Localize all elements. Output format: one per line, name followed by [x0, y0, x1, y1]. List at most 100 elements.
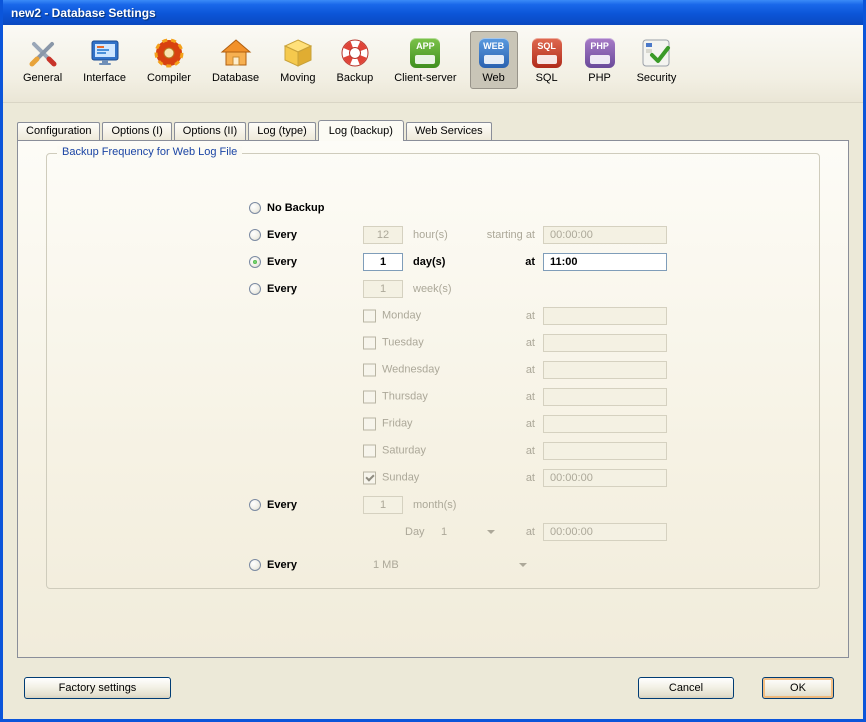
wednesday-row: Wednesday at [47, 356, 819, 383]
weekly-radio[interactable] [249, 283, 261, 295]
toolbar-item-backup[interactable]: Backup [329, 31, 382, 89]
monday-row: Monday at [47, 302, 819, 329]
wednesday-at-label: at [407, 364, 535, 376]
backup-frequency-groupbox: Backup Frequency for Web Log File No Bac… [46, 153, 820, 589]
database-settings-window: new2 - Database Settings General [0, 0, 866, 722]
saturday-at-label: at [407, 445, 535, 457]
toolbar-item-sql[interactable]: SQL SQL [523, 31, 571, 89]
thursday-checkbox [363, 390, 376, 403]
house-icon [220, 37, 252, 69]
tuesday-row: Tuesday at [47, 329, 819, 356]
size-radio[interactable] [249, 559, 261, 571]
toolbar-item-moving[interactable]: Moving [272, 31, 323, 89]
settings-toolbar: General Interface [3, 25, 863, 103]
toolbar-item-php[interactable]: PHP PHP [576, 31, 624, 89]
weekly-value-input [363, 280, 403, 298]
toolbar-item-database[interactable]: Database [204, 31, 267, 89]
friday-checkbox [363, 417, 376, 430]
saturday-checkbox [363, 444, 376, 457]
monthly-row: Every month(s) [47, 491, 819, 518]
toolbar-item-security[interactable]: Security [629, 31, 685, 89]
app-badge-icon: APP [409, 37, 441, 69]
toolbar-label-client-server: Client-server [394, 72, 456, 84]
monday-checkbox [363, 309, 376, 322]
hourly-radio[interactable] [249, 229, 261, 241]
toolbar-label-backup: Backup [337, 72, 374, 84]
daily-radio[interactable] [249, 256, 261, 268]
size-dropdown-arrow-icon [519, 563, 527, 567]
size-row: Every 1 MB [47, 551, 819, 578]
friday-time-input [543, 415, 667, 433]
toolbar-item-interface[interactable]: Interface [75, 31, 134, 89]
toolbar-item-compiler[interactable]: Compiler [139, 31, 199, 89]
toolbar-label-interface: Interface [83, 72, 126, 84]
sql-badge-icon: SQL [531, 37, 563, 69]
no-backup-radio[interactable] [249, 202, 261, 214]
daily-time-input[interactable] [543, 253, 667, 271]
php-badge-icon: PHP [584, 37, 616, 69]
sunday-row: Sunday at [47, 464, 819, 491]
toolbar-label-moving: Moving [280, 72, 315, 84]
title-bar[interactable]: new2 - Database Settings [3, 0, 863, 25]
weekly-every-label: Every [267, 283, 297, 295]
daily-row: Every day(s) at [47, 248, 819, 275]
monthly-radio[interactable] [249, 499, 261, 511]
monday-time-input [543, 307, 667, 325]
daily-value-input[interactable] [363, 253, 403, 271]
size-select: 1 MB [373, 559, 399, 571]
security-check-icon [640, 37, 672, 69]
toolbar-label-security: Security [637, 72, 677, 84]
weekly-unit-label: week(s) [413, 283, 452, 295]
window-title: new2 - Database Settings [11, 6, 156, 20]
ok-button[interactable]: OK [762, 677, 834, 699]
tab-log-type[interactable]: Log (type) [248, 122, 316, 140]
groupbox-title: Backup Frequency for Web Log File [57, 146, 242, 158]
tab-log-backup[interactable]: Log (backup) [318, 120, 404, 141]
toolbar-label-sql: SQL [536, 72, 558, 84]
friday-at-label: at [407, 418, 535, 430]
hourly-every-label: Every [267, 229, 297, 241]
tab-options-1[interactable]: Options (I) [102, 122, 171, 140]
thursday-row: Thursday at [47, 383, 819, 410]
web-badge-icon: WEB [478, 37, 510, 69]
thursday-at-label: at [407, 391, 535, 403]
monthly-time-input [543, 523, 667, 541]
hourly-row: Every hour(s) starting at [47, 221, 819, 248]
monthly-day-row: Day 1 at [47, 518, 819, 545]
monthly-at-label: at [407, 526, 535, 538]
daily-at-label: at [407, 256, 535, 268]
toolbar-item-web[interactable]: WEB Web [470, 31, 518, 89]
toolbar-label-compiler: Compiler [147, 72, 191, 84]
monthly-value-input [363, 496, 403, 514]
tab-web-services[interactable]: Web Services [406, 122, 492, 140]
tab-configuration[interactable]: Configuration [17, 122, 100, 140]
lifebuoy-icon [339, 37, 371, 69]
toolbar-item-general[interactable]: General [15, 31, 70, 89]
cancel-button[interactable]: Cancel [638, 677, 734, 699]
monthly-unit-label: month(s) [413, 499, 456, 511]
gear-wheel-icon [153, 37, 185, 69]
tuesday-at-label: at [407, 337, 535, 349]
toolbar-label-web: Web [482, 72, 504, 84]
no-backup-label: No Backup [267, 202, 324, 214]
tools-icon [27, 37, 59, 69]
toolbar-item-client-server[interactable]: APP Client-server [386, 31, 464, 89]
factory-settings-button[interactable]: Factory settings [24, 677, 171, 699]
wednesday-checkbox [363, 363, 376, 376]
saturday-row: Saturday at [47, 437, 819, 464]
wednesday-time-input [543, 361, 667, 379]
monthly-every-label: Every [267, 499, 297, 511]
thursday-time-input [543, 388, 667, 406]
tuesday-checkbox [363, 336, 376, 349]
sunday-at-label: at [407, 472, 535, 484]
friday-row: Friday at [47, 410, 819, 437]
saturday-time-input [543, 442, 667, 460]
sunday-time-input [543, 469, 667, 487]
toolbar-label-database: Database [212, 72, 259, 84]
sunday-checkbox [363, 471, 376, 484]
hourly-time-input [543, 226, 667, 244]
tab-options-2[interactable]: Options (II) [174, 122, 246, 140]
settings-tabs: Configuration Options (I) Options (II) L… [17, 120, 849, 140]
monitor-icon [89, 37, 121, 69]
package-icon [282, 37, 314, 69]
